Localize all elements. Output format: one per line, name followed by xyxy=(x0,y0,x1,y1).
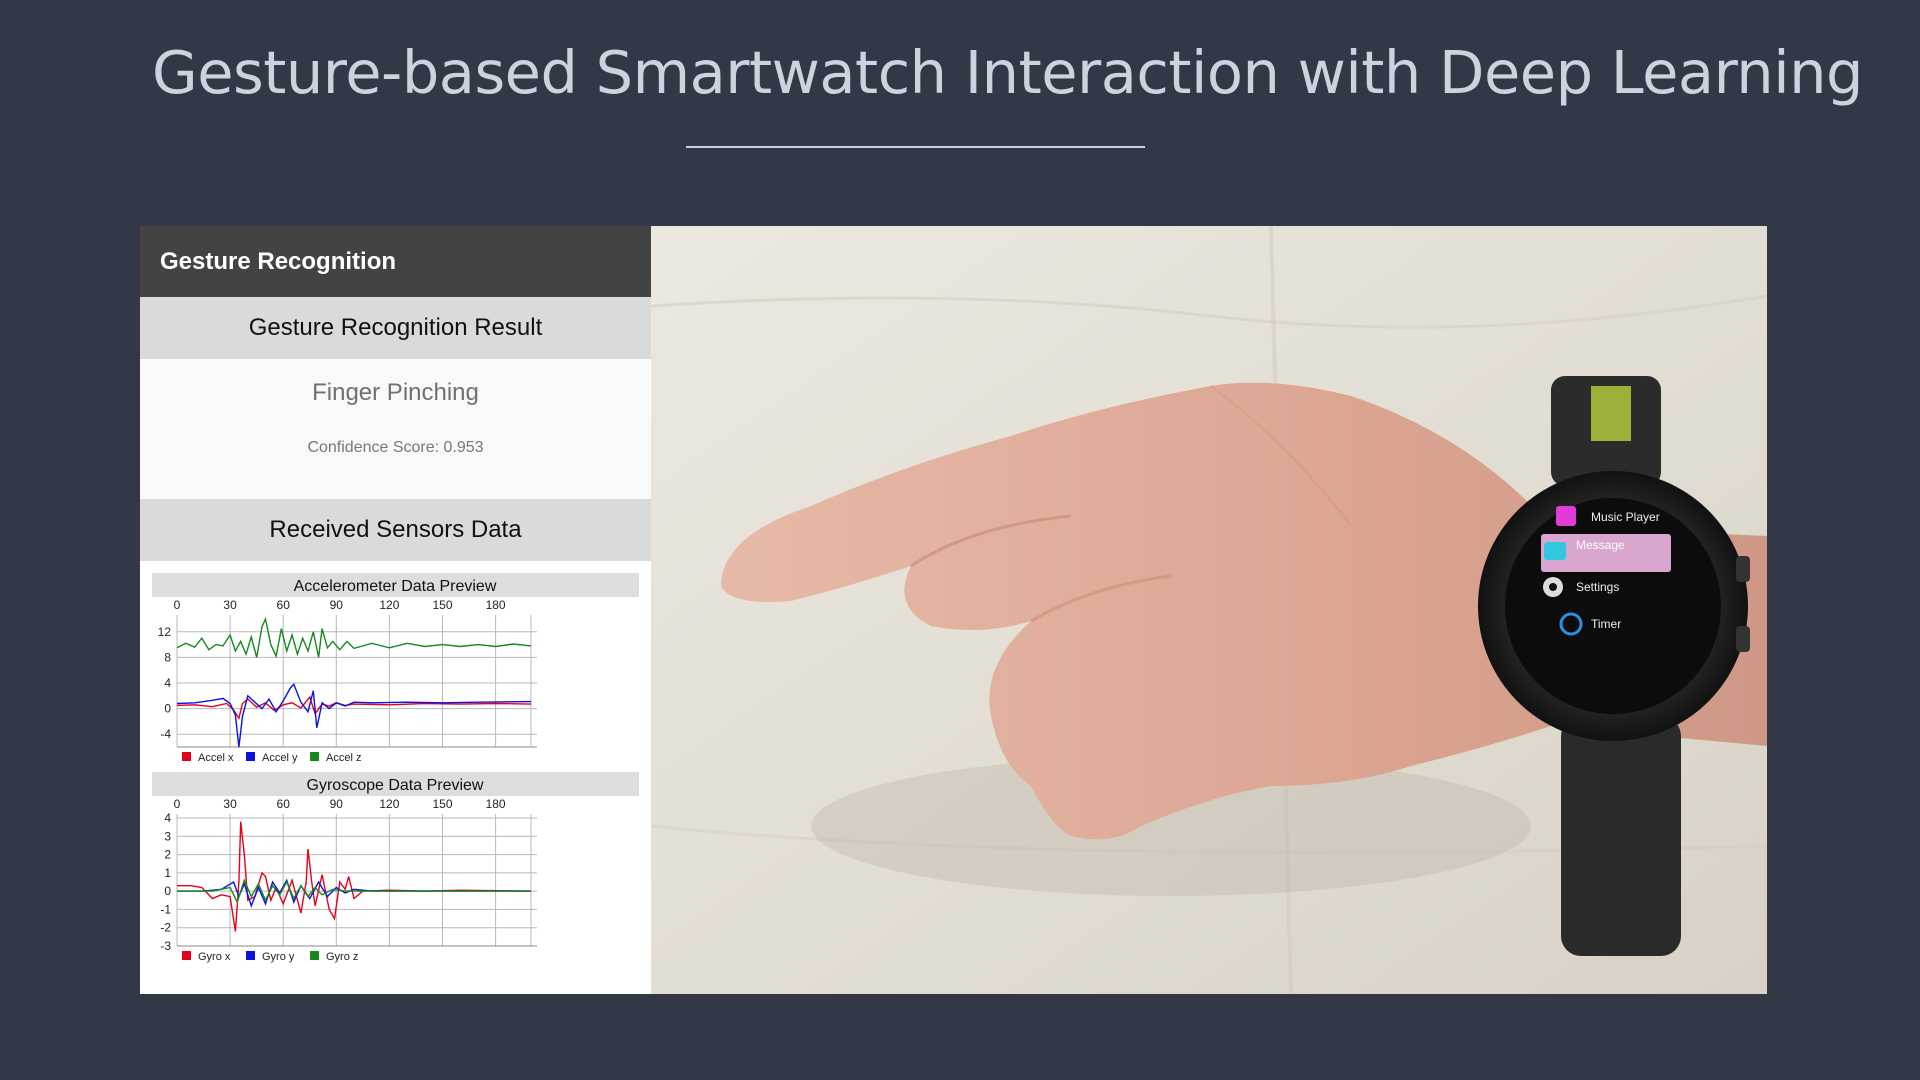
watch-menu-message-label[interactable]: Message xyxy=(1576,538,1625,552)
y-tick-label: -4 xyxy=(160,727,171,741)
x-tick-label: 30 xyxy=(223,797,237,811)
app-bar-title: Gesture Recognition xyxy=(140,226,651,297)
wrist-photo: Music Player Message Settings Timer xyxy=(651,226,1767,994)
x-tick-label: 150 xyxy=(432,797,452,811)
y-tick-label: -3 xyxy=(160,939,171,953)
x-tick-label: 90 xyxy=(330,598,344,612)
music-icon[interactable] xyxy=(1556,506,1576,526)
x-tick-label: 0 xyxy=(174,797,181,811)
legend-swatch xyxy=(182,951,191,960)
y-tick-label: -2 xyxy=(160,921,171,935)
watch-screen xyxy=(1505,498,1721,714)
result-panel: Finger Pinching Confidence Score: 0.953 xyxy=(140,359,651,499)
confidence-score: Confidence Score: 0.953 xyxy=(307,439,484,456)
slide-title: Gesture-based Smartwatch Interaction wit… xyxy=(152,38,1863,107)
y-tick-label: 1 xyxy=(164,866,171,880)
legend-swatch xyxy=(310,951,319,960)
chart-1: Gyroscope Data Preview0 30 60 90 120 150 18043… xyxy=(152,772,639,963)
hand-and-watch-illustration: Music Player Message Settings Timer xyxy=(651,226,1767,994)
recognized-gesture: Finger Pinching xyxy=(312,379,479,406)
legend-swatch xyxy=(246,951,255,960)
watch-crown-upper xyxy=(1736,556,1750,582)
legend-swatch xyxy=(182,752,191,761)
x-tick-label: 150 xyxy=(432,598,452,612)
legend-swatch xyxy=(310,752,319,761)
legend-label: Gyro x xyxy=(198,951,231,963)
y-tick-label: 0 xyxy=(164,884,171,898)
chart-title: Gyroscope Data Preview xyxy=(307,777,484,794)
sensor-charts-svg: Accelerometer Data Preview0 30 60 90 120 150 1… xyxy=(152,573,639,963)
watch-menu-timer-label[interactable]: Timer xyxy=(1591,617,1621,631)
x-tick-label: 180 xyxy=(486,797,506,811)
watch-strap-accent xyxy=(1591,386,1631,441)
sensor-charts: Accelerometer Data Preview 0 30 60 90 120 150 1… xyxy=(140,561,651,994)
legend-label: Gyro y xyxy=(262,951,295,963)
x-tick-label: 0 xyxy=(174,598,181,612)
y-tick-label: 3 xyxy=(164,829,171,843)
x-tick-label: 120 xyxy=(379,598,399,612)
y-tick-label: 8 xyxy=(164,650,171,664)
watch-strap-bottom xyxy=(1561,716,1681,956)
chart-title: Accelerometer Data Preview xyxy=(294,578,497,595)
y-tick-label: 2 xyxy=(164,848,171,862)
x-tick-label: 60 xyxy=(277,797,291,811)
watch-menu-music-label[interactable]: Music Player xyxy=(1591,510,1660,524)
gesture-app-window: Gesture Recognition Gesture Recognition … xyxy=(140,226,651,994)
x-tick-label: 30 xyxy=(223,598,237,612)
x-tick-label: 90 xyxy=(330,797,344,811)
legend-swatch xyxy=(246,752,255,761)
x-tick-label: 120 xyxy=(379,797,399,811)
watch-crown-lower xyxy=(1736,626,1750,652)
y-tick-label: 12 xyxy=(158,625,172,639)
legend-label: Gyro z xyxy=(326,951,358,963)
legend-label: Accel x xyxy=(198,752,234,764)
y-tick-label: 4 xyxy=(164,676,171,690)
watch-menu-settings-label[interactable]: Settings xyxy=(1576,580,1619,594)
y-tick-label: -1 xyxy=(160,902,171,916)
chart-0: Accelerometer Data Preview0 30 60 90 120 150 1… xyxy=(152,573,639,764)
result-section-heading: Gesture Recognition Result xyxy=(140,297,651,359)
sensors-section-heading: Received Sensors Data xyxy=(140,499,651,561)
y-tick-label: 4 xyxy=(164,811,171,825)
x-tick-label: 60 xyxy=(277,598,291,612)
legend-label: Accel z xyxy=(326,752,361,764)
x-tick-label: 180 xyxy=(486,598,506,612)
legend-label: Accel y xyxy=(262,752,298,764)
message-icon[interactable] xyxy=(1544,542,1566,560)
y-tick-label: 0 xyxy=(164,702,171,716)
title-divider xyxy=(686,146,1145,148)
